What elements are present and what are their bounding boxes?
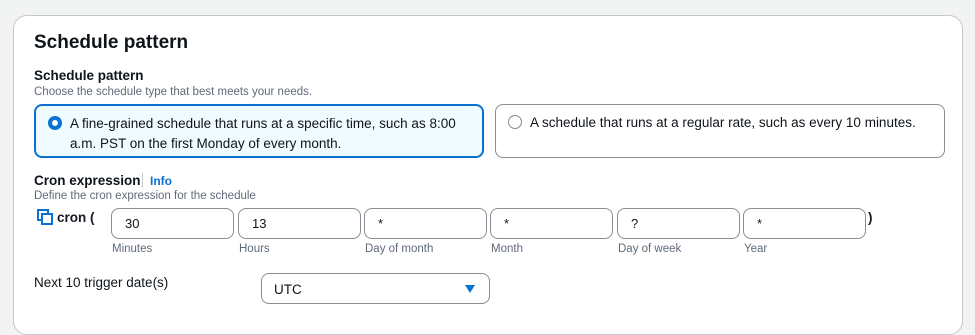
year-label: Year bbox=[744, 243, 768, 255]
day-of-week-label: Day of week bbox=[618, 243, 682, 255]
info-link[interactable]: Info bbox=[150, 174, 172, 188]
day-of-week-input[interactable] bbox=[617, 208, 740, 239]
option-fine-grained-schedule[interactable]: A fine-grained schedule that runs at a s… bbox=[34, 104, 484, 158]
minutes-input[interactable] bbox=[111, 208, 234, 239]
radio-button[interactable] bbox=[508, 115, 522, 129]
schedule-pattern-panel: Schedule pattern Schedule pattern Choose… bbox=[13, 15, 963, 335]
option-label: A schedule that runs at a regular rate, … bbox=[530, 115, 916, 130]
option-label: A fine-grained schedule that runs at a s… bbox=[70, 116, 456, 151]
day-of-month-input[interactable] bbox=[364, 208, 487, 239]
panel-title: Schedule pattern bbox=[34, 32, 189, 53]
cron-prefix: cron ( bbox=[57, 210, 95, 225]
cron-suffix: ) bbox=[868, 210, 873, 225]
hours-input[interactable] bbox=[238, 208, 361, 239]
schedule-pattern-description: Choose the schedule type that best meets… bbox=[34, 86, 313, 98]
minutes-label: Minutes bbox=[112, 243, 153, 255]
option-rate-based-schedule[interactable]: A schedule that runs at a regular rate, … bbox=[495, 104, 945, 158]
caret-down-icon bbox=[465, 285, 475, 293]
month-label: Month bbox=[491, 243, 523, 255]
timezone-value: UTC bbox=[274, 282, 302, 297]
copy-icon[interactable] bbox=[37, 209, 53, 225]
month-input[interactable] bbox=[490, 208, 613, 239]
timezone-select[interactable]: UTC bbox=[261, 273, 490, 304]
day-of-month-label: Day of month bbox=[365, 243, 434, 255]
trigger-dates-label: Next 10 trigger date(s) bbox=[34, 275, 169, 290]
hours-label: Hours bbox=[239, 243, 270, 255]
info-divider bbox=[142, 173, 143, 188]
cron-expression-description: Define the cron expression for the sched… bbox=[34, 190, 256, 202]
cron-expression-label: Cron expression bbox=[34, 173, 141, 188]
radio-button-selected[interactable] bbox=[48, 116, 62, 130]
schedule-pattern-label: Schedule pattern bbox=[34, 68, 144, 83]
year-input[interactable] bbox=[743, 208, 866, 239]
